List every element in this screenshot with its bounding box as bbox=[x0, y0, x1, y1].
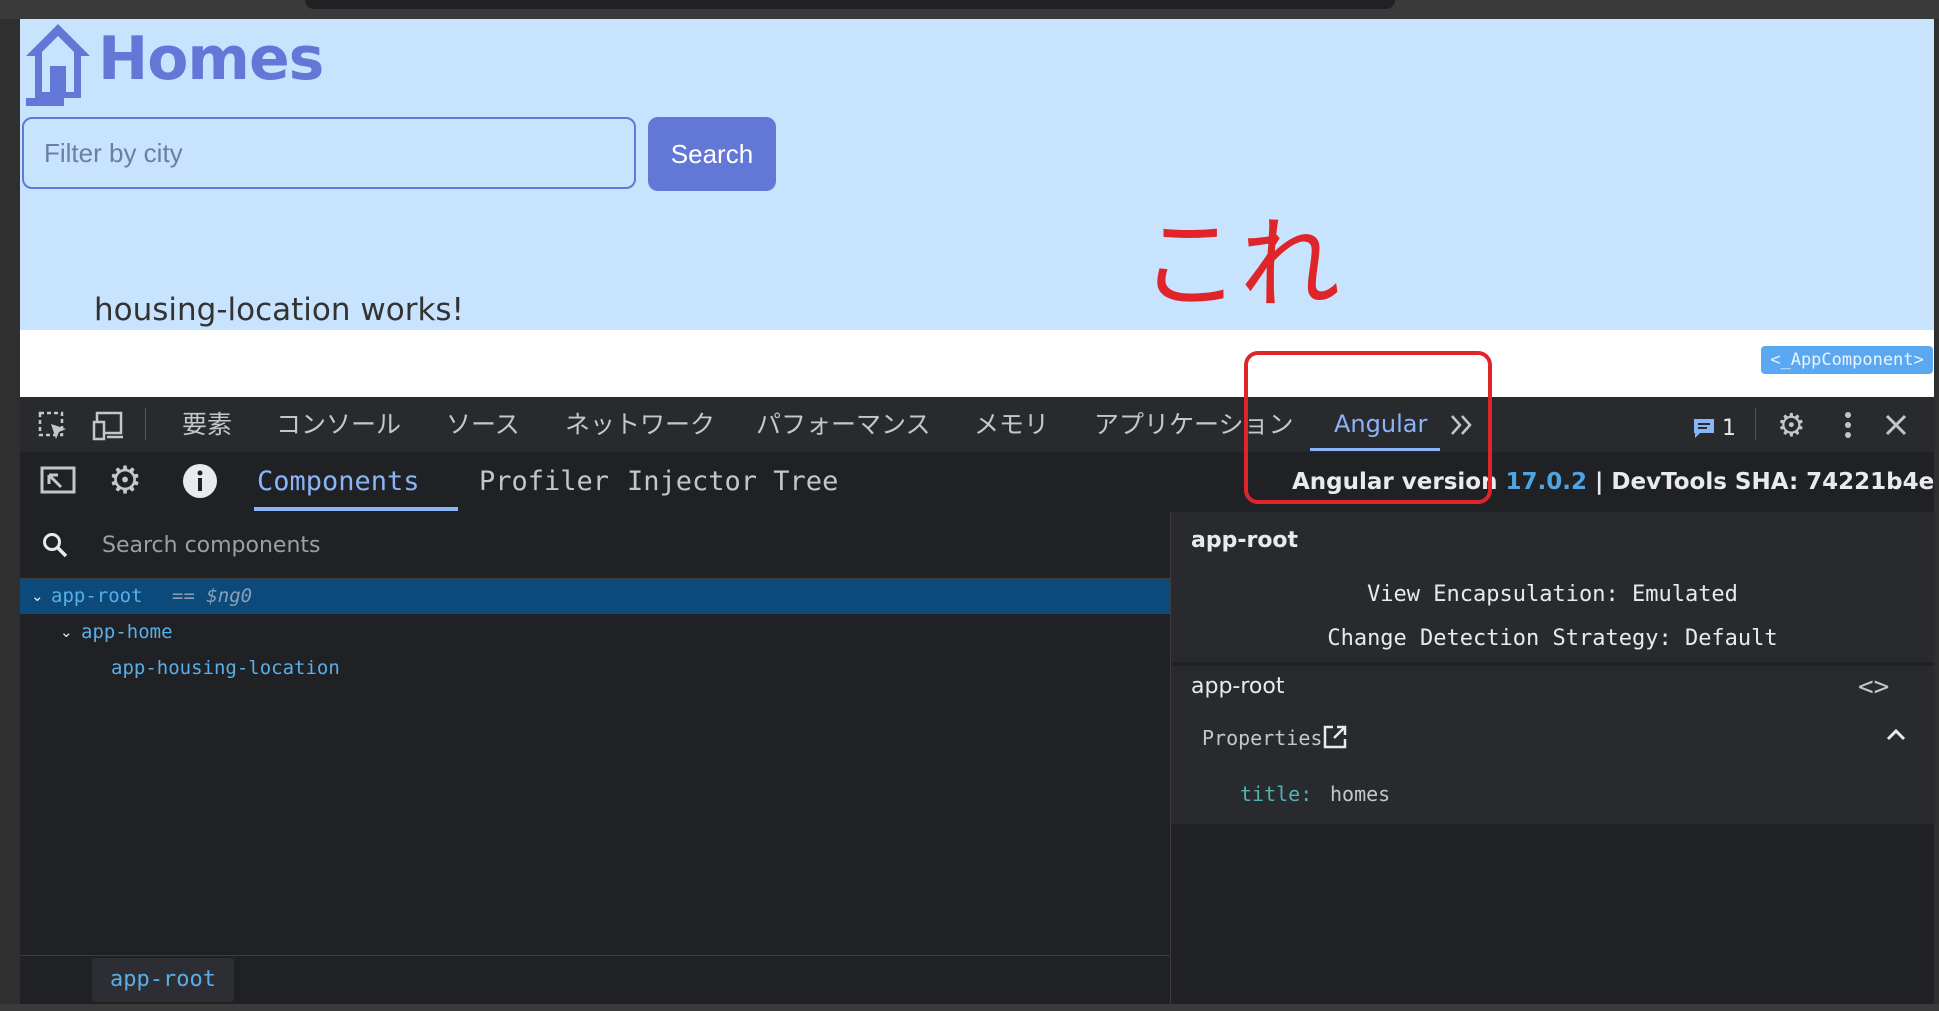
tree-node-app-housing-location[interactable]: app-housing-location bbox=[111, 651, 340, 686]
inspect-element-icon[interactable] bbox=[37, 410, 69, 442]
property-key: title: bbox=[1240, 782, 1313, 806]
close-devtools-icon[interactable] bbox=[1884, 413, 1908, 437]
left-gutter bbox=[0, 19, 20, 1011]
device-toolbar-icon[interactable] bbox=[92, 410, 126, 442]
version-separator: | bbox=[1594, 469, 1604, 495]
view-source-code-icon[interactable]: <> bbox=[1858, 672, 1889, 702]
more-options-icon[interactable] bbox=[1838, 410, 1858, 440]
tab-sources[interactable]: ソース bbox=[446, 397, 520, 452]
ng0-reference: == $ng0 bbox=[172, 585, 253, 607]
tree-node-app-home[interactable]: app-home bbox=[81, 615, 173, 650]
tab-memory[interactable]: メモリ bbox=[974, 397, 1049, 452]
search-icon bbox=[43, 533, 68, 558]
properties-component-name: app-root bbox=[1191, 674, 1285, 699]
properties-label[interactable]: Properties bbox=[1202, 726, 1322, 750]
expand-chevron-icon[interactable]: ⌄ bbox=[60, 615, 73, 650]
tab-console[interactable]: コンソール bbox=[276, 397, 401, 452]
search-components-input[interactable] bbox=[100, 527, 1164, 563]
home-logo-icon bbox=[26, 24, 90, 106]
filter-by-city-input[interactable] bbox=[22, 117, 636, 189]
toolbar-separator bbox=[1755, 408, 1756, 440]
change-detection-strategy: Change Detection Strategy: Default bbox=[1327, 626, 1778, 651]
window-bottom-edge bbox=[0, 1004, 1939, 1011]
component-inspector-icon[interactable] bbox=[40, 465, 76, 499]
property-value[interactable]: homes bbox=[1330, 782, 1390, 806]
tab-profiler[interactable]: Profiler bbox=[479, 452, 609, 512]
tab-injector-tree[interactable]: Injector Tree bbox=[627, 452, 838, 512]
info-icon[interactable] bbox=[182, 463, 218, 499]
active-tab-indicator bbox=[254, 507, 458, 511]
devtools-sha: DevTools SHA: 74221b4e bbox=[1611, 469, 1935, 495]
browser-address-pill bbox=[305, 0, 1395, 9]
housing-location-text: housing-location works! bbox=[94, 292, 464, 328]
settings-gear-icon[interactable]: ⚙ bbox=[1777, 406, 1806, 444]
tab-network[interactable]: ネットワーク bbox=[565, 397, 715, 452]
breadcrumb-item[interactable]: app-root bbox=[92, 958, 234, 1002]
brand-title: Homes bbox=[98, 24, 324, 94]
selected-component-title: app-root bbox=[1191, 528, 1299, 553]
annotation-label: これ bbox=[1140, 206, 1340, 323]
issues-count[interactable]: 1 bbox=[1722, 410, 1736, 448]
open-in-new-icon[interactable] bbox=[1322, 724, 1348, 750]
view-encapsulation: View Encapsulation: Emulated bbox=[1367, 582, 1738, 607]
component-badge: <_AppComponent> bbox=[1761, 346, 1933, 374]
settings-gear-icon[interactable]: ⚙ bbox=[108, 458, 142, 502]
search-button[interactable]: Search bbox=[648, 117, 776, 191]
annotation-highlight-box bbox=[1244, 351, 1492, 504]
right-gutter bbox=[1934, 19, 1939, 1011]
tree-node-app-root[interactable]: app-root bbox=[51, 579, 143, 614]
tab-components[interactable]: Components bbox=[257, 452, 420, 512]
tab-performance[interactable]: パフォーマンス bbox=[756, 397, 931, 452]
expand-chevron-icon[interactable]: ⌄ bbox=[31, 579, 44, 614]
tab-elements[interactable]: 要素 bbox=[182, 397, 232, 452]
angular-version-number: 17.0.2 bbox=[1505, 469, 1587, 495]
toolbar-separator bbox=[145, 408, 146, 440]
divider bbox=[20, 955, 1170, 956]
issues-message-icon[interactable] bbox=[1692, 416, 1716, 440]
chevron-up-icon[interactable] bbox=[1885, 726, 1907, 742]
